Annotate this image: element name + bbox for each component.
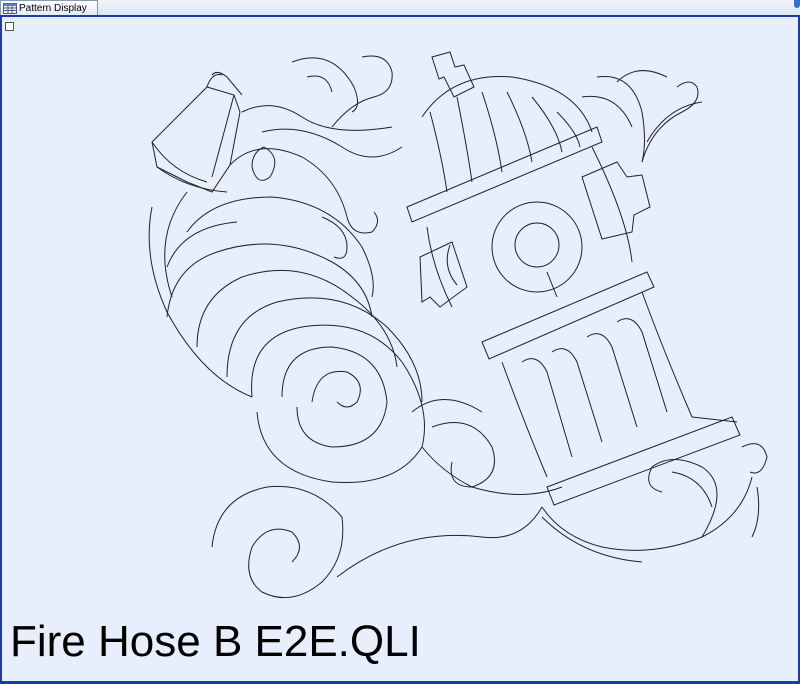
pattern-drawing	[148, 51, 768, 599]
spray-plumes-right	[581, 70, 703, 163]
tab-pattern-display[interactable]: Pattern Display	[0, 0, 98, 15]
spray-plumes-left	[229, 55, 403, 259]
scroll-knob[interactable]	[794, 0, 800, 8]
pattern-display-window: Pattern Display Fire Hose B E2E.QLI	[0, 0, 800, 684]
grid-window-icon	[3, 2, 17, 14]
hose-nozzle	[151, 71, 243, 193]
tab-label: Pattern Display	[19, 2, 87, 14]
hose-coil	[148, 191, 425, 484]
fire-hydrant	[406, 51, 741, 506]
pattern-display-panel: Fire Hose B E2E.QLI	[0, 15, 800, 684]
lower-swirls	[211, 399, 768, 599]
tab-strip: Pattern Display	[0, 0, 800, 15]
pattern-name-label: Fire Hose B E2E.QLI	[10, 617, 421, 666]
